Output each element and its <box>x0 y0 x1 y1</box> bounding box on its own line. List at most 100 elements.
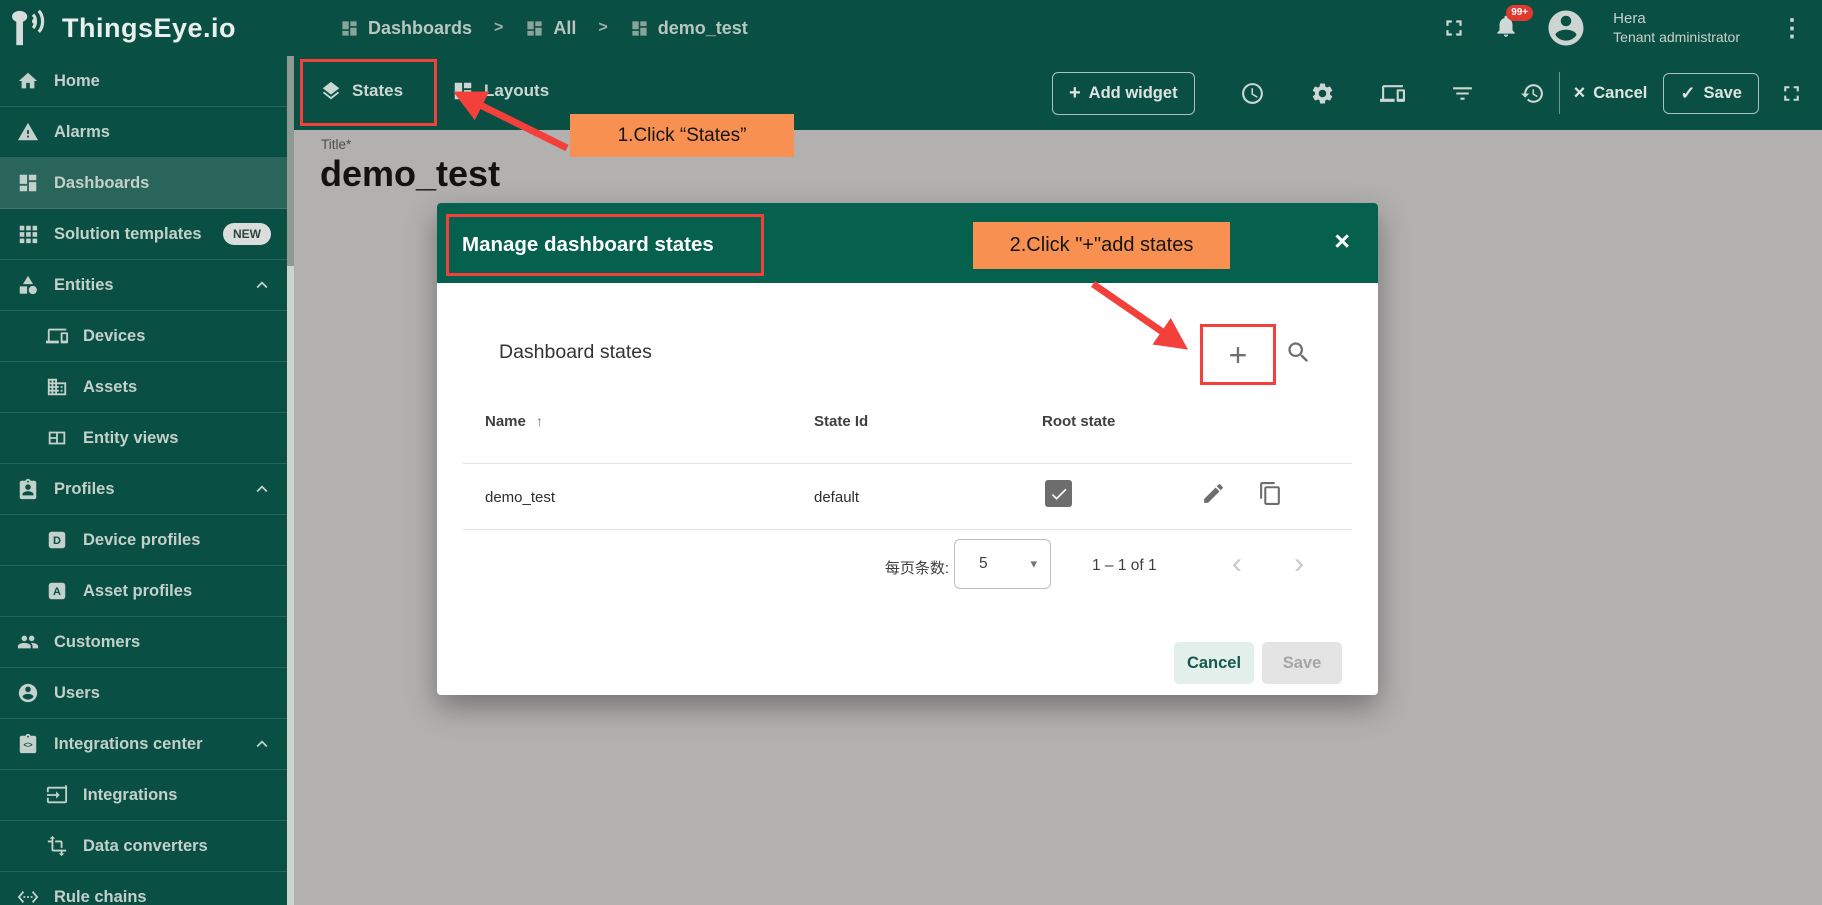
fullscreen-icon[interactable] <box>1441 15 1467 41</box>
state-table-row[interactable]: demo_test default <box>437 463 1378 529</box>
sidebar-item-label: Data converters <box>83 837 208 856</box>
sidebar-item-label: Home <box>54 72 100 91</box>
sidebar-item-entity-views[interactable]: Entity views <box>0 413 287 464</box>
save-dashboard-label: Save <box>1703 84 1742 103</box>
entity-aliases-icon[interactable] <box>1380 81 1405 106</box>
sidebar-scrollbar[interactable] <box>287 56 294 905</box>
person-icon <box>17 682 39 704</box>
page-size-select[interactable]: 5 ▾ <box>954 539 1051 589</box>
add-widget-button[interactable]: + Add widget <box>1052 72 1195 115</box>
sidebar-item-entities[interactable]: Entities <box>0 260 287 311</box>
column-header-root-state[interactable]: Root state <box>1042 413 1115 430</box>
device-profile-icon: D <box>46 529 68 551</box>
dashboard-icon <box>340 19 359 38</box>
avatar[interactable] <box>1545 7 1587 49</box>
sidebar-item-asset-profiles[interactable]: A Asset profiles <box>0 566 287 617</box>
transform-icon <box>46 835 68 857</box>
plus-icon: + <box>1069 82 1081 105</box>
new-badge: NEW <box>223 223 271 245</box>
sidebar-item-label: Asset profiles <box>83 582 192 601</box>
breadcrumb-separator: > <box>494 19 503 37</box>
add-state-button[interactable]: + <box>1200 324 1276 385</box>
breadcrumb: Dashboards > All > demo_test <box>340 18 748 39</box>
search-icon[interactable] <box>1285 339 1312 366</box>
toolbar-divider <box>1559 72 1560 114</box>
chevron-up-icon[interactable] <box>251 478 273 500</box>
sidebar-item-integrations[interactable]: Integrations <box>0 770 287 821</box>
breadcrumb-label: Dashboards <box>368 18 472 39</box>
add-widget-label: Add widget <box>1089 84 1178 103</box>
cancel-edit-button[interactable]: × Cancel <box>1574 82 1648 105</box>
states-highlight-box <box>300 59 437 126</box>
dialog-save-button[interactable]: Save <box>1262 642 1342 684</box>
apps-grid-icon <box>17 223 39 245</box>
badge-icon <box>17 478 39 500</box>
breadcrumb-all[interactable]: All <box>525 18 576 39</box>
manage-states-dialog: Manage dashboard states × Dashboard stat… <box>437 203 1378 695</box>
app-header: ThingsEye.io Dashboards > All > demo_tes… <box>0 0 1822 56</box>
sidebar-item-dashboards[interactable]: Dashboards <box>0 158 287 209</box>
devices-icon <box>46 325 68 347</box>
sidebar-item-profiles[interactable]: Profiles <box>0 464 287 515</box>
column-header-state-id[interactable]: State Id <box>814 413 868 430</box>
state-id-cell: default <box>814 489 859 506</box>
chevron-up-icon[interactable] <box>251 733 273 755</box>
sidebar-item-customers[interactable]: Customers <box>0 617 287 668</box>
copy-icon[interactable] <box>1258 481 1283 506</box>
sidebar-item-solution-templates[interactable]: Solution templates NEW <box>0 209 287 260</box>
previous-page-icon[interactable]: ‹ <box>1232 547 1242 581</box>
next-page-icon[interactable]: › <box>1294 547 1304 581</box>
sidebar-item-rule-chains[interactable]: Rule chains <box>0 872 287 905</box>
sidebar-item-label: Dashboards <box>54 174 149 193</box>
sidebar-item-label: Integrations <box>83 786 177 805</box>
view-quilt-icon <box>46 427 68 449</box>
sidebar-item-label: Devices <box>83 327 145 346</box>
items-per-page-label: 每页条数: <box>873 557 949 578</box>
sidebar-item-data-converters[interactable]: Data converters <box>0 821 287 872</box>
sidebar-item-label: Integrations center <box>54 735 203 754</box>
breadcrumb-label: All <box>553 18 576 39</box>
sidebar-item-device-profiles[interactable]: D Device profiles <box>0 515 287 566</box>
settings-gear-icon[interactable] <box>1310 81 1335 106</box>
chevron-up-icon[interactable] <box>251 274 273 296</box>
dialog-cancel-button[interactable]: Cancel <box>1174 642 1254 684</box>
notifications-button[interactable]: 99+ <box>1493 13 1519 44</box>
dialog-close-icon[interactable]: × <box>1334 225 1350 257</box>
sidebar-item-label: Entities <box>54 276 114 295</box>
dashboard-icon <box>17 172 39 194</box>
dashboard-icon <box>525 19 544 38</box>
app-root: ThingsEye.io Dashboards > All > demo_tes… <box>0 0 1822 905</box>
fullscreen-icon[interactable] <box>1779 81 1804 106</box>
sidebar-item-label: Users <box>54 684 100 703</box>
sidebar-item-label: Profiles <box>54 480 115 499</box>
sidebar-item-alarms[interactable]: Alarms <box>0 107 287 158</box>
sidebar-item-devices[interactable]: Devices <box>0 311 287 362</box>
time-window-icon[interactable] <box>1240 81 1265 106</box>
sidebar-item-integrations-center[interactable]: <> Integrations center <box>0 719 287 770</box>
svg-text:<>: <> <box>23 741 33 750</box>
check-icon: ✓ <box>1680 83 1695 104</box>
sidebar-item-assets[interactable]: Assets <box>0 362 287 413</box>
root-state-checkbox[interactable] <box>1045 480 1072 507</box>
building-icon <box>46 376 68 398</box>
kebab-menu-icon[interactable]: ⋮ <box>1780 14 1804 43</box>
input-icon <box>46 784 68 806</box>
breadcrumb-demo-test[interactable]: demo_test <box>630 18 748 39</box>
edit-pencil-icon[interactable] <box>1201 481 1226 506</box>
tab-layouts[interactable]: Layouts <box>452 80 549 102</box>
sidebar-item-users[interactable]: Users <box>0 668 287 719</box>
column-header-name[interactable]: Name ↑ <box>485 413 543 430</box>
version-history-icon[interactable] <box>1520 81 1545 106</box>
save-dashboard-button[interactable]: ✓ Save <box>1663 73 1759 114</box>
sidebar-item-home[interactable]: Home <box>0 56 287 107</box>
breadcrumb-dashboards[interactable]: Dashboards <box>340 18 472 39</box>
warning-icon <box>17 121 39 143</box>
sidebar-scrollbar-thumb[interactable] <box>287 56 294 266</box>
dashboard-title-input[interactable]: demo_test <box>320 153 500 195</box>
column-name-label: Name <box>485 413 526 430</box>
close-icon: × <box>1574 82 1586 105</box>
app-logo[interactable]: ThingsEye.io <box>0 8 300 48</box>
filter-icon[interactable] <box>1450 81 1475 106</box>
pagination-range: 1 – 1 of 1 <box>1092 557 1157 575</box>
user-role: Tenant administrator <box>1613 29 1740 47</box>
